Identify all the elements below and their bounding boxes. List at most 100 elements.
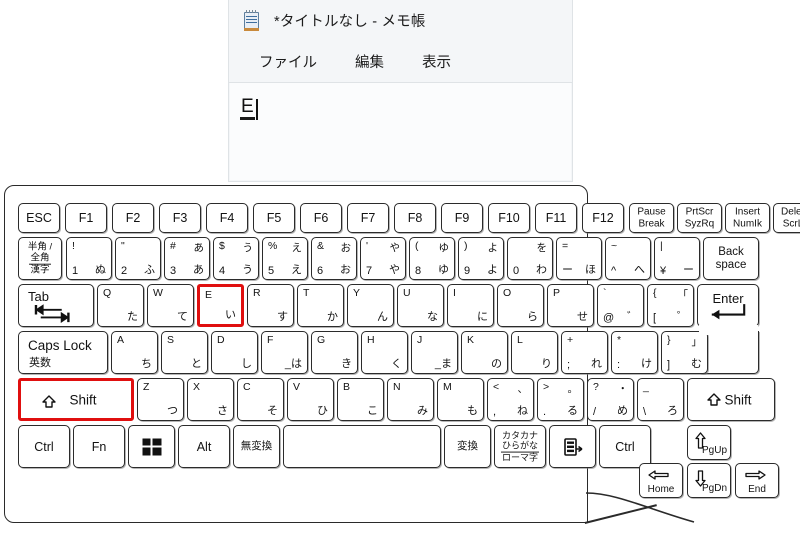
menu-edit[interactable]: 編集 — [355, 51, 384, 72]
key-j[interactable]: J _ま — [411, 331, 458, 374]
key-alt-left[interactable]: Alt — [178, 425, 230, 468]
key-pause-break[interactable]: Pause Break — [629, 203, 674, 233]
key-f2[interactable]: F2 — [112, 203, 154, 233]
windows-logo-icon — [142, 438, 161, 455]
enter-joiner — [698, 325, 758, 335]
key-digit-1[interactable]: ! 1 ぬ — [66, 237, 112, 280]
key-arrow-left-home[interactable]: Home — [639, 463, 683, 498]
key-ctrl-right[interactable]: Ctrl — [599, 425, 651, 468]
key-f[interactable]: F _は — [261, 331, 308, 374]
key-tab[interactable]: Tab — [18, 284, 94, 327]
key-t[interactable]: Tか — [297, 284, 344, 327]
key-m[interactable]: Mも — [437, 378, 484, 421]
key-period[interactable]: >。. る — [537, 378, 584, 421]
key-p[interactable]: Pせ — [547, 284, 594, 327]
key-f4[interactable]: F4 — [206, 203, 248, 233]
key-colon[interactable]: *: け — [611, 331, 658, 374]
key-b[interactable]: Bこ — [337, 378, 384, 421]
key-f12[interactable]: F12 — [582, 203, 624, 233]
key-f6[interactable]: F6 — [300, 203, 342, 233]
key-digit-9[interactable]: ) よ 9 よ — [458, 237, 504, 280]
key-l[interactable]: Lり — [511, 331, 558, 374]
key-digit-7[interactable]: ' や 7 や — [360, 237, 406, 280]
key-y[interactable]: Yん — [347, 284, 394, 327]
key-f7[interactable]: F7 — [347, 203, 389, 233]
key-backspace[interactable]: Back space — [703, 237, 759, 280]
key-arrow-down-pgdn[interactable]: PgDn — [687, 463, 731, 498]
key-caps-lock[interactable]: Caps Lock 英数 — [18, 331, 108, 374]
notepad-text-area[interactable]: E — [230, 83, 571, 180]
key-backslash[interactable]: _ \ ろ — [637, 378, 684, 421]
key-slash[interactable]: ? ・ / め — [587, 378, 634, 421]
key-k[interactable]: Kの — [461, 331, 508, 374]
key-semicolon[interactable]: +; れ — [561, 331, 608, 374]
key-digit-5[interactable]: % え 5 え — [262, 237, 308, 280]
key-enter[interactable]: Enter — [697, 284, 759, 327]
key-shift-left[interactable]: Shift — [18, 378, 134, 421]
key-fn[interactable]: Fn — [73, 425, 125, 468]
key-delete-scrlk[interactable]: DeleteScrLk — [773, 203, 800, 233]
key-hankaku-zenkaku[interactable]: 半角 / 全角 漢字 — [18, 237, 62, 280]
key-comma[interactable]: <、, ね — [487, 378, 534, 421]
key-shift-right[interactable]: Shift — [687, 378, 775, 421]
key-ctrl-left[interactable]: Ctrl — [18, 425, 70, 468]
text-caret — [255, 99, 258, 120]
key-f5[interactable]: F5 — [253, 203, 295, 233]
key-x[interactable]: Xさ — [187, 378, 234, 421]
key-caret[interactable]: ~ ^ へ — [605, 237, 651, 280]
key-h[interactable]: Hく — [361, 331, 408, 374]
menu-file[interactable]: ファイル — [259, 51, 317, 72]
document-content: E — [240, 97, 258, 120]
key-v[interactable]: Vひ — [287, 378, 334, 421]
notepad-menubar[interactable]: ファイル 編集 表示 — [229, 40, 572, 82]
key-digit-8[interactable]: (ゆ 8 ゆ — [409, 237, 455, 280]
key-muhenkan[interactable]: 無変換 — [233, 425, 280, 468]
key-windows[interactable] — [128, 425, 175, 468]
key-print-screen[interactable]: PrtScr SyzRq — [677, 203, 722, 233]
key-r[interactable]: Rす — [247, 284, 294, 327]
key-s[interactable]: Sと — [161, 331, 208, 374]
ime-composition-text: E — [240, 97, 255, 120]
key-f9[interactable]: F9 — [441, 203, 483, 233]
key-digit-3[interactable]: # あ 3 あ — [164, 237, 210, 280]
key-katakana-hiragana[interactable]: カタカナ ひらがな ローマ字 — [494, 425, 546, 468]
key-i[interactable]: Iに — [447, 284, 494, 327]
menu-view[interactable]: 表示 — [422, 51, 451, 72]
key-e[interactable]: Eい — [197, 284, 244, 327]
key-n[interactable]: Nみ — [387, 378, 434, 421]
key-f10[interactable]: F10 — [488, 203, 530, 233]
key-q[interactable]: Qた — [97, 284, 144, 327]
key-insert-numlk[interactable]: Insert NumIk — [725, 203, 770, 233]
key-bracket-left[interactable]: {「[゜ — [647, 284, 694, 327]
ime-mode-icon — [563, 437, 582, 456]
key-digit-0[interactable]: を0わ — [507, 237, 553, 280]
notepad-window[interactable]: *タイトルなし - メモ帳 ファイル 編集 表示 E — [228, 0, 573, 182]
key-minus[interactable]: = ーほ — [556, 237, 602, 280]
key-escape[interactable]: ESC — [18, 203, 60, 233]
key-f3[interactable]: F3 — [159, 203, 201, 233]
key-arrow-up-pgup[interactable]: PgUp — [687, 425, 731, 460]
key-z[interactable]: Zつ — [137, 378, 184, 421]
key-ime-toggle[interactable] — [549, 425, 596, 468]
key-digit-2[interactable]: " 2 ふ — [115, 237, 161, 280]
key-f1[interactable]: F1 — [65, 203, 107, 233]
key-w[interactable]: Wて — [147, 284, 194, 327]
key-bracket-right[interactable]: }」] む — [661, 331, 708, 374]
key-u[interactable]: Uな — [397, 284, 444, 327]
key-yen[interactable]: | ¥ ー — [654, 237, 700, 280]
key-f8[interactable]: F8 — [394, 203, 436, 233]
key-arrow-right-end[interactable]: End — [735, 463, 779, 498]
key-f11[interactable]: F11 — [535, 203, 577, 233]
key-d[interactable]: Dし — [211, 331, 258, 374]
key-at[interactable]: ` @ ゛ — [597, 284, 644, 327]
key-space[interactable] — [283, 425, 441, 468]
key-a[interactable]: Aち — [111, 331, 158, 374]
key-digit-6[interactable]: & お 6 お — [311, 237, 357, 280]
key-c[interactable]: Cそ — [237, 378, 284, 421]
key-g[interactable]: Gき — [311, 331, 358, 374]
notepad-titlebar[interactable]: *タイトルなし - メモ帳 — [229, 0, 572, 40]
key-o[interactable]: Oら — [497, 284, 544, 327]
tab-arrows-icon — [34, 304, 70, 324]
key-henkan[interactable]: 変換 — [444, 425, 491, 468]
key-digit-4[interactable]: $ う 4 う — [213, 237, 259, 280]
